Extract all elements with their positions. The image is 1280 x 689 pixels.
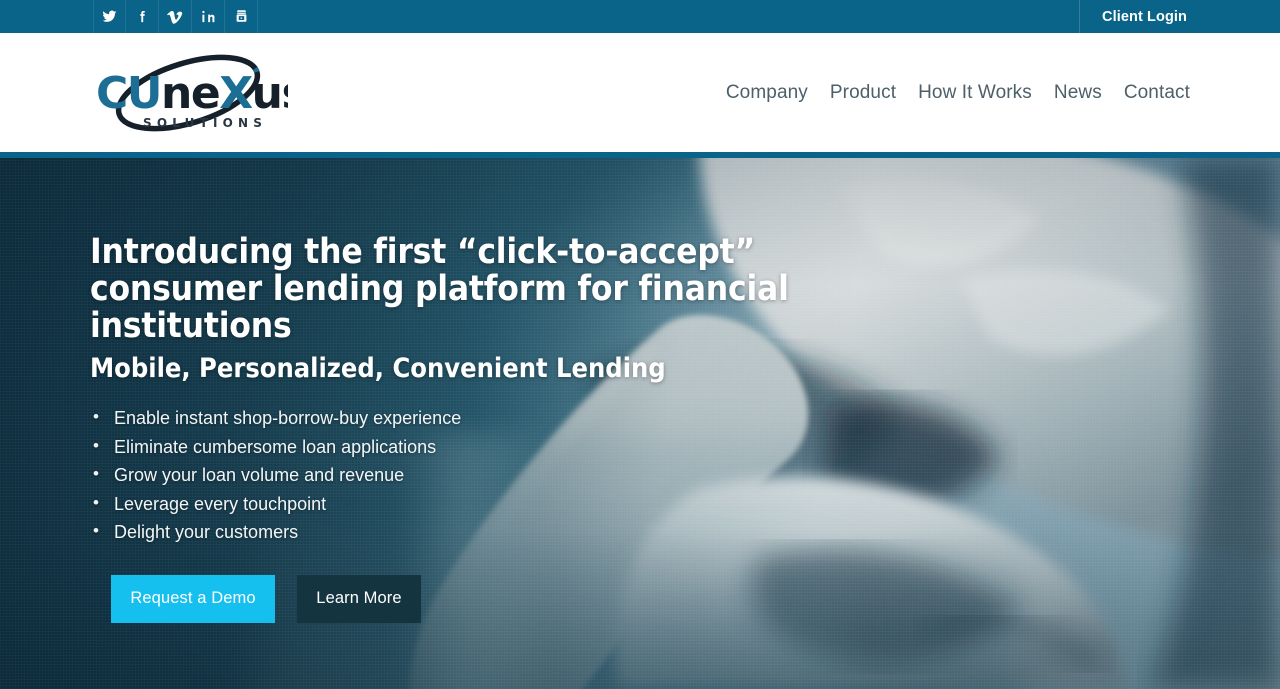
- hero-banner: Introducing the first “click-to-accept” …: [0, 158, 1280, 689]
- list-item: Grow your loan volume and revenue: [90, 460, 910, 490]
- list-item: Leverage every touchpoint: [90, 489, 910, 519]
- cunexus-logo[interactable]: CUneXus SOLUTIONS: [88, 50, 288, 136]
- hero-subheadline: Mobile, Personalized, Convenient Lending: [90, 353, 666, 384]
- svg-text:SOLUTIONS: SOLUTIONS: [143, 116, 267, 130]
- hero-benefits-list: Enable instant shop-borrow-buy experienc…: [90, 403, 910, 547]
- facebook-icon[interactable]: [126, 0, 159, 33]
- twitter-icon[interactable]: [93, 0, 126, 33]
- nav-item-news[interactable]: News: [1043, 76, 1113, 110]
- client-login-label: Client Login: [1102, 8, 1187, 25]
- learn-more-button[interactable]: Learn More: [297, 574, 421, 623]
- nav-item-how-it-works[interactable]: How It Works: [907, 76, 1043, 110]
- site-header: CUneXus SOLUTIONS Company Product How It…: [0, 33, 1280, 152]
- client-login-button[interactable]: Client Login: [1079, 0, 1280, 33]
- list-item: Delight your customers: [90, 517, 910, 547]
- youtube-icon[interactable]: [225, 0, 258, 33]
- request-a-demo-button[interactable]: Request a Demo: [111, 574, 275, 623]
- nav-item-contact[interactable]: Contact: [1113, 76, 1190, 110]
- hero-cta-group: Request a Demo Learn More: [90, 574, 910, 623]
- hero-content: Introducing the first “click-to-accept” …: [90, 234, 910, 623]
- main-navigation: Company Product How It Works News Contac…: [715, 76, 1190, 110]
- svg-text:CUneXus: CUneXus: [96, 68, 288, 119]
- nav-item-company[interactable]: Company: [715, 76, 819, 110]
- nav-item-product[interactable]: Product: [819, 76, 907, 110]
- social-links: [93, 0, 258, 33]
- linkedin-icon[interactable]: [192, 0, 225, 33]
- list-item: Eliminate cumbersome loan applications: [90, 432, 910, 462]
- top-utility-bar: Client Login: [0, 0, 1280, 33]
- vimeo-icon[interactable]: [159, 0, 192, 33]
- hero-headline: Introducing the first “click-to-accept” …: [90, 232, 789, 346]
- list-item: Enable instant shop-borrow-buy experienc…: [90, 403, 910, 433]
